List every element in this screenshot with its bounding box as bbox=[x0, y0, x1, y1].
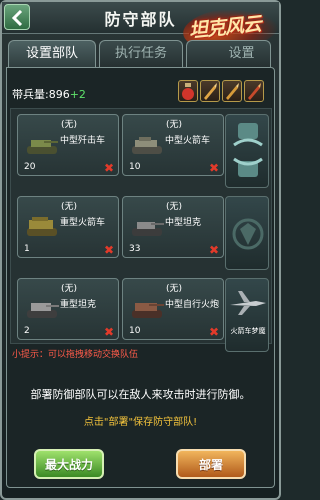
unit-card[interactable]: (无) 中型坦克 33 ✖ bbox=[122, 196, 224, 258]
tank-icon bbox=[132, 222, 164, 236]
deploy-button[interactable]: 部署 bbox=[176, 449, 246, 479]
tab-execute-task[interactable]: 执行任务 bbox=[99, 40, 183, 68]
emblem-slot[interactable] bbox=[225, 196, 269, 270]
swap-slot[interactable] bbox=[225, 114, 269, 188]
bullet-icon bbox=[204, 83, 217, 100]
tank-icon bbox=[27, 217, 57, 236]
potion-icon bbox=[182, 83, 194, 100]
remove-icon[interactable]: ✖ bbox=[209, 162, 219, 174]
item-slot-bullet-1[interactable] bbox=[200, 80, 220, 102]
unit-card[interactable]: (无) 中型歼击车 20 ✖ bbox=[17, 114, 119, 176]
tank-icon bbox=[27, 303, 59, 318]
jet-slot[interactable] bbox=[225, 278, 269, 352]
tank-icon bbox=[27, 140, 58, 154]
unit-card[interactable]: (无) 中型火箭车 10 ✖ bbox=[122, 114, 224, 176]
tab-settings[interactable]: 设置 bbox=[186, 40, 271, 68]
tank-icon bbox=[132, 303, 164, 318]
tip-text: 小提示：可以拖拽移动交换队伍 bbox=[12, 350, 139, 360]
shield-emblem-icon bbox=[232, 218, 264, 250]
tank-icon bbox=[132, 137, 162, 154]
item-slot-bullet-2[interactable] bbox=[222, 80, 242, 102]
troop-capacity: 带兵量:896+2 bbox=[12, 88, 86, 101]
hint-text: 点击"部署"保存防守部队! bbox=[83, 417, 198, 428]
unit-card[interactable]: (无) 重型火箭车 1 ✖ bbox=[17, 196, 119, 258]
item-slot-potion[interactable] bbox=[178, 80, 198, 102]
swap-icon bbox=[233, 123, 263, 177]
remove-icon[interactable]: ✖ bbox=[104, 244, 114, 256]
unit-card[interactable]: (无) 中型自行火炮 10 ✖ bbox=[122, 278, 224, 340]
jet-icon bbox=[230, 291, 266, 315]
remove-icon[interactable]: ✖ bbox=[104, 162, 114, 174]
missile-icon bbox=[248, 83, 261, 100]
bullet-icon bbox=[226, 83, 239, 100]
remove-icon[interactable]: ✖ bbox=[209, 244, 219, 256]
description-text: 部署防御部队可以在敌人来攻击时进行防御。 bbox=[30, 388, 251, 401]
item-slot-missile[interactable] bbox=[244, 80, 264, 102]
remove-icon[interactable]: ✖ bbox=[209, 326, 219, 338]
jet-caption: 火箭车梦魔 bbox=[230, 327, 266, 335]
remove-icon[interactable]: ✖ bbox=[104, 326, 114, 338]
unit-card[interactable]: (无) 重型坦克 2 ✖ bbox=[17, 278, 119, 340]
max-power-button[interactable]: 最大战力 bbox=[34, 449, 104, 479]
tab-setup-troops[interactable]: 设置部队 bbox=[8, 40, 96, 68]
